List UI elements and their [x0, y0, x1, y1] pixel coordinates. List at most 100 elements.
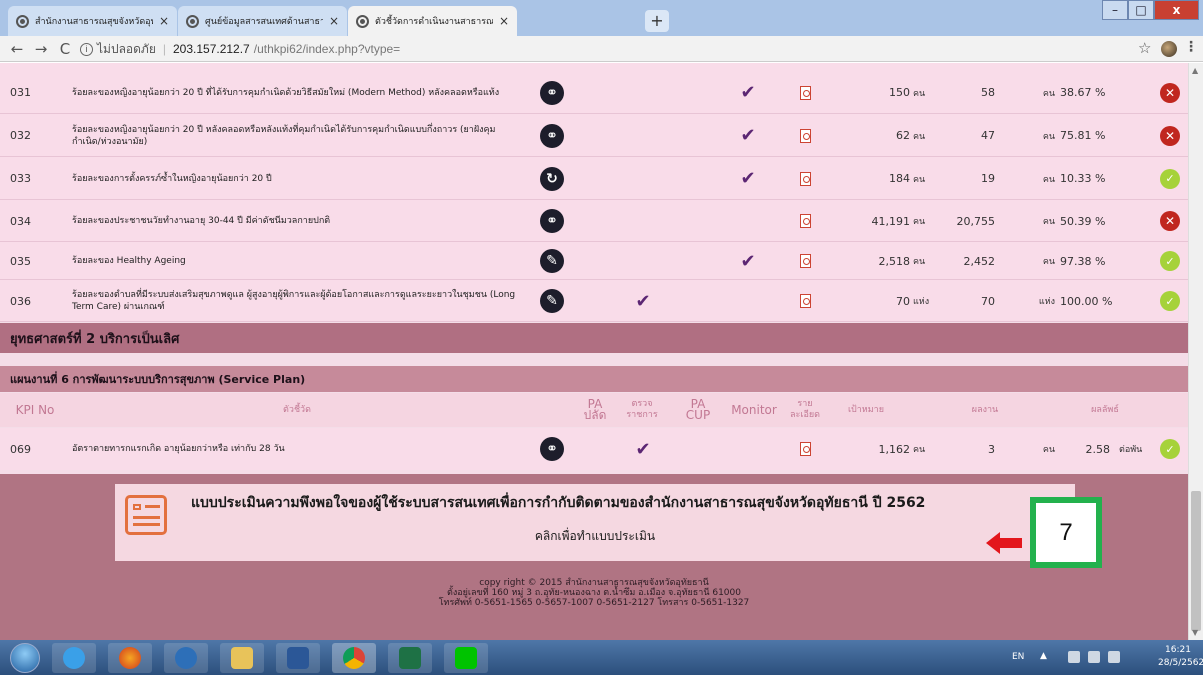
- scroll-down-icon[interactable]: ▼: [1192, 628, 1198, 637]
- refresh-icon[interactable]: ↻: [540, 166, 564, 191]
- kpi-name[interactable]: ร้อยละของ Healthy Ageing: [72, 242, 522, 280]
- address-bar[interactable]: i ไม่ปลอดภัย | 203.157.212.7/uthkpi62/in…: [80, 39, 1120, 59]
- address-line: ตั้งอยู่เลขที่ 160 หมู่ 3 ถ.อุทัย-หนองฉา…: [447, 588, 741, 598]
- header-inspection: ตรวจ ราชการ: [626, 399, 658, 420]
- taskbar-firefox[interactable]: [108, 643, 152, 673]
- detail-cell: [790, 114, 820, 157]
- vertical-scrollbar[interactable]: ▲ ▼: [1188, 63, 1203, 640]
- profile-avatar[interactable]: [1161, 41, 1177, 57]
- result-unit: คน: [1042, 131, 1055, 142]
- status-fail-icon: ✕: [1160, 82, 1180, 103]
- menu-dots-icon[interactable]: ⋮: [1184, 39, 1198, 55]
- tab-title: ตัวชี้วัดการดำเนินงานสาธารณสุข สำนัก: [375, 17, 493, 27]
- monitor-check: ✔: [733, 157, 763, 200]
- kpi-number: 031: [10, 86, 31, 99]
- start-button[interactable]: [10, 643, 40, 673]
- scroll-up-icon[interactable]: ▲: [1192, 66, 1198, 75]
- taskbar-word[interactable]: [276, 643, 320, 673]
- browser-tab[interactable]: สำนักงานสาธารณสุขจังหวัดอุทัยธานี ×: [8, 6, 177, 36]
- flag-icon[interactable]: [1068, 651, 1080, 663]
- pdf-icon[interactable]: [799, 85, 811, 100]
- new-tab-button[interactable]: +: [645, 10, 669, 32]
- link-icon[interactable]: ⚭: [540, 209, 564, 233]
- link-icon[interactable]: ⚭: [540, 123, 564, 148]
- back-button[interactable]: ←: [6, 39, 28, 59]
- result-unit: แห่ง: [1038, 297, 1055, 307]
- footer: แบบประเมินความพึงพอใจของผู้ใช้ระบบสารสนเ…: [0, 474, 1188, 640]
- tab-close-icon[interactable]: ×: [329, 14, 339, 28]
- pencil-icon[interactable]: ✎: [540, 249, 564, 273]
- target-value: 1,162: [878, 442, 911, 456]
- reload-button[interactable]: C: [54, 39, 76, 59]
- detail-cell: [790, 280, 820, 322]
- pdf-icon[interactable]: [799, 294, 811, 308]
- kpi-name[interactable]: ร้อยละของหญิงอายุน้อยกว่า 20 ปี หลังคลอด…: [72, 114, 522, 157]
- taskbar-explorer[interactable]: [220, 643, 264, 673]
- kpi-name[interactable]: ร้อยละของการตั้งครรภ์ซ้ำในหญิงอายุน้อยกว…: [72, 157, 522, 200]
- copyright-line: copy right © 2015 สำนักงานสาธารณสุขจังหว…: [479, 578, 709, 588]
- pdf-icon[interactable]: [799, 171, 811, 186]
- kpi-name[interactable]: ร้อยละของประชาชนวัยทำงานอายุ 30-44 ปี มี…: [72, 200, 522, 242]
- tab-close-icon[interactable]: ×: [159, 14, 169, 28]
- pa-check: [628, 242, 658, 280]
- globe-icon: [356, 14, 369, 28]
- monitor-check: ✔: [733, 114, 763, 157]
- info-icon[interactable]: i: [80, 42, 93, 56]
- survey-link[interactable]: คลิกเพื่อทำแบบประเมิน: [115, 527, 1075, 546]
- survey-banner[interactable]: แบบประเมินความพึงพอใจของผู้ใช้ระบบสารสนเ…: [115, 484, 1075, 561]
- kpi-name[interactable]: อัตราตายทารกแรกเกิด อายุน้อยกว่าหรือ เท่…: [72, 428, 522, 470]
- check-icon: ✔: [740, 125, 756, 146]
- kpi-name[interactable]: ร้อยละของตำบลที่มีระบบส่งเสริมสุขภาพดูแล…: [72, 280, 522, 322]
- taskbar-chrome[interactable]: [332, 643, 376, 673]
- browser-tab[interactable]: ศูนย์ข้อมูลสารสนเทศด้านสาธารณสุข ×: [178, 6, 347, 36]
- header-outcome: ผลลัพธ์: [1091, 404, 1119, 415]
- url-path: /uthkpi62/index.php?vtype=: [253, 42, 401, 56]
- pdf-icon[interactable]: [799, 214, 811, 228]
- result-value: 70: [981, 294, 995, 308]
- minimize-button[interactable]: –: [1102, 0, 1128, 20]
- taskbar-media[interactable]: [164, 643, 208, 673]
- target-unit: แห่ง: [913, 297, 930, 307]
- firefox-icon: [119, 647, 141, 669]
- pa-check: [628, 71, 658, 114]
- pa-check: ✔: [628, 280, 658, 322]
- monitor-check: [733, 200, 763, 242]
- tab-title: สำนักงานสาธารณสุขจังหวัดอุทัยธานี: [35, 17, 153, 27]
- status-pass-icon: ✓: [1160, 291, 1180, 311]
- link-icon[interactable]: ⚭: [540, 80, 564, 105]
- tab-close-icon[interactable]: ×: [499, 14, 509, 28]
- pdf-icon[interactable]: [799, 442, 811, 456]
- network-icon[interactable]: [1088, 651, 1100, 663]
- url-host: 203.157.212.7: [172, 42, 250, 56]
- volume-icon[interactable]: [1108, 651, 1120, 663]
- kpi-name[interactable]: ร้อยละของหญิงอายุน้อยกว่า 20 ปี ที่ได้รั…: [72, 71, 522, 114]
- check-icon: ✔: [740, 250, 756, 272]
- scroll-thumb[interactable]: [1191, 491, 1201, 631]
- security-label: ไม่ปลอดภัย: [97, 41, 156, 56]
- browser-tab-active[interactable]: ตัวชี้วัดการดำเนินงานสาธารณสุข สำนัก ×: [348, 6, 517, 36]
- link-icon[interactable]: ⚭: [540, 437, 564, 461]
- tray-expand-icon[interactable]: ▲: [1040, 651, 1047, 661]
- pencil-icon[interactable]: ✎: [540, 289, 564, 313]
- bookmark-star-icon[interactable]: ☆: [1138, 39, 1151, 57]
- close-window-button[interactable]: x: [1154, 0, 1199, 20]
- outcome-percent: 97.38 %: [1060, 254, 1106, 268]
- pdf-icon[interactable]: [799, 128, 811, 143]
- target-unit: คน: [913, 445, 926, 455]
- kpi-number: 036: [10, 294, 31, 308]
- taskbar-ie[interactable]: [52, 643, 96, 673]
- language-indicator[interactable]: EN: [1012, 652, 1024, 662]
- status-cell: ✓: [1155, 428, 1185, 470]
- globe-icon: [186, 14, 199, 28]
- clock[interactable]: 16:21 28/5/2562: [1158, 644, 1203, 670]
- forward-button[interactable]: →: [30, 39, 52, 59]
- header-pa-cup: PA CUP: [685, 397, 711, 422]
- detail-cell: [790, 428, 820, 470]
- monitor-check: ✔: [733, 71, 763, 114]
- globe-icon: [16, 14, 29, 28]
- taskbar-excel[interactable]: [388, 643, 432, 673]
- pdf-icon[interactable]: [799, 254, 811, 268]
- maximize-button[interactable]: □: [1128, 0, 1154, 20]
- status-pass-icon: ✓: [1160, 439, 1180, 459]
- taskbar-line[interactable]: [444, 643, 488, 673]
